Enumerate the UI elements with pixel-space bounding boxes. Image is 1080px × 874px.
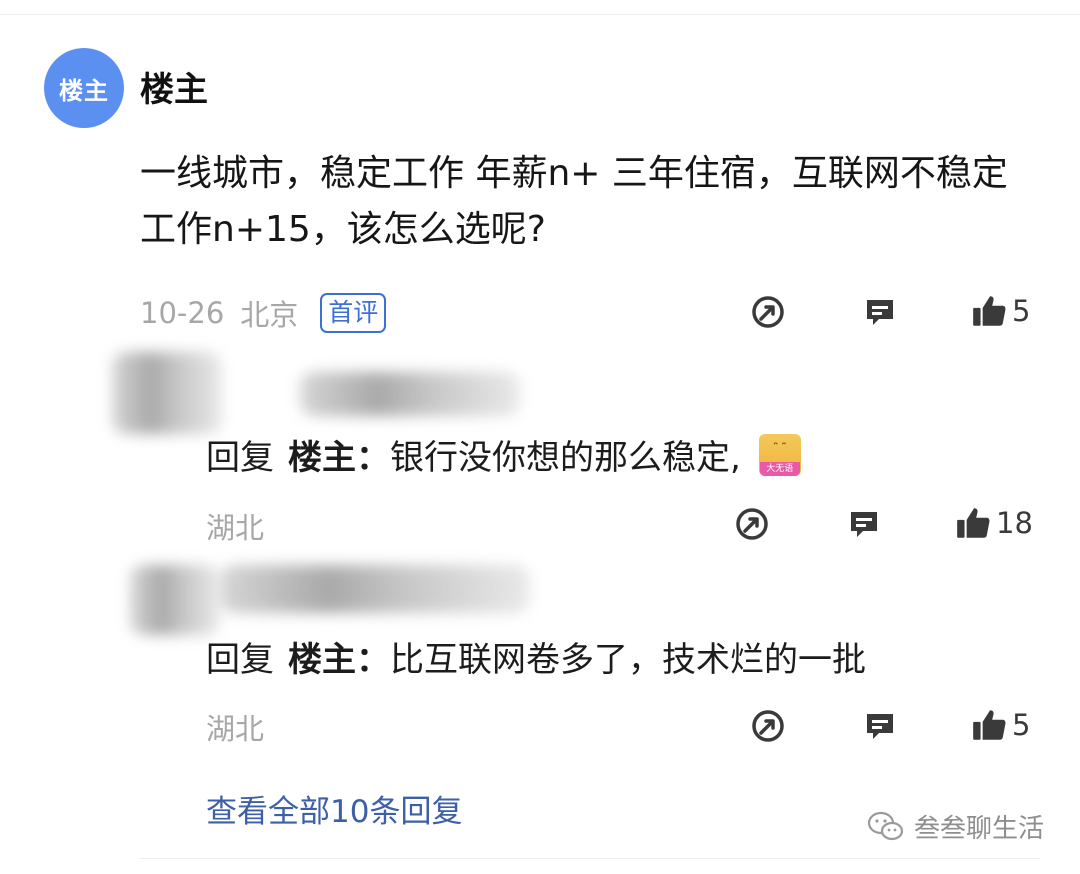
first-comment-badge: 首评 <box>320 293 387 333</box>
reply-prefix: 回复 <box>206 640 274 680</box>
author-name[interactable]: 楼主 <box>140 62 208 111</box>
like-button[interactable]: 5 <box>970 292 1030 330</box>
bottom-divider <box>140 858 1040 859</box>
like-count: 5 <box>1012 708 1031 742</box>
reply-prefix: 回复 <box>206 438 274 478</box>
reply-text: 比互联网卷多了，技术烂的一批 <box>390 640 866 680</box>
redacted-username <box>220 565 530 613</box>
post-date: 10-26 <box>140 296 225 330</box>
avatar-label: 楼主 <box>59 76 109 105</box>
thumbs-up-icon <box>973 710 1006 740</box>
share-button[interactable] <box>734 506 770 542</box>
post-meta: 10-26 北京 首评 <box>140 292 387 334</box>
like-button[interactable]: 5 <box>970 706 1030 744</box>
share-button[interactable] <box>750 708 786 744</box>
reply-content: 回复 楼主： 比互联网卷多了，技术烂的一批 <box>206 632 866 681</box>
reply-target[interactable]: 楼主： <box>288 632 390 681</box>
reply-target[interactable]: 楼主： <box>288 430 390 479</box>
sticker-label: 大无语 <box>759 461 800 476</box>
watermark: 叁叁聊生活 <box>866 808 1044 845</box>
sticker-face-icon: ᵔ ᵔ <box>773 440 787 452</box>
share-icon <box>752 296 784 328</box>
comment-icon <box>867 300 893 325</box>
share-button[interactable] <box>750 294 786 330</box>
comment-button[interactable] <box>862 708 898 744</box>
reply-text: 银行没你想的那么稳定, <box>390 438 741 478</box>
redacted-username <box>300 372 520 416</box>
reply-location: 湖北 <box>206 712 265 746</box>
avatar[interactable]: 楼主 <box>44 48 124 128</box>
thumbs-up-icon <box>973 296 1006 326</box>
like-count: 5 <box>1012 294 1031 328</box>
post-location: 北京 <box>240 298 299 332</box>
sticker-emoji: ᵔ ᵔ 大无语 <box>758 433 801 476</box>
redacted-avatar <box>130 565 220 635</box>
like-count: 18 <box>996 506 1033 540</box>
top-divider <box>0 14 1080 15</box>
wechat-icon <box>867 811 904 840</box>
comment-icon <box>851 512 877 537</box>
redacted-avatar <box>112 352 222 434</box>
comment-button[interactable] <box>862 294 898 330</box>
share-icon <box>736 508 768 540</box>
comment-button[interactable] <box>846 506 882 542</box>
view-all-replies-link[interactable]: 查看全部10条回复 <box>206 786 462 831</box>
like-button[interactable]: 18 <box>954 504 1033 542</box>
thumbs-up-icon <box>957 508 990 538</box>
post-content: 一线城市，稳定工作 年薪n+ 三年住宿，互联网不稳定工作n+15，该怎么选呢? <box>140 153 1008 250</box>
reply-content: 回复 楼主： 银行没你想的那么稳定, ᵔ ᵔ 大无语 <box>206 430 801 479</box>
watermark-text: 叁叁聊生活 <box>914 814 1045 844</box>
reply-location: 湖北 <box>206 511 265 545</box>
comment-icon <box>867 714 893 739</box>
share-icon <box>752 710 784 742</box>
